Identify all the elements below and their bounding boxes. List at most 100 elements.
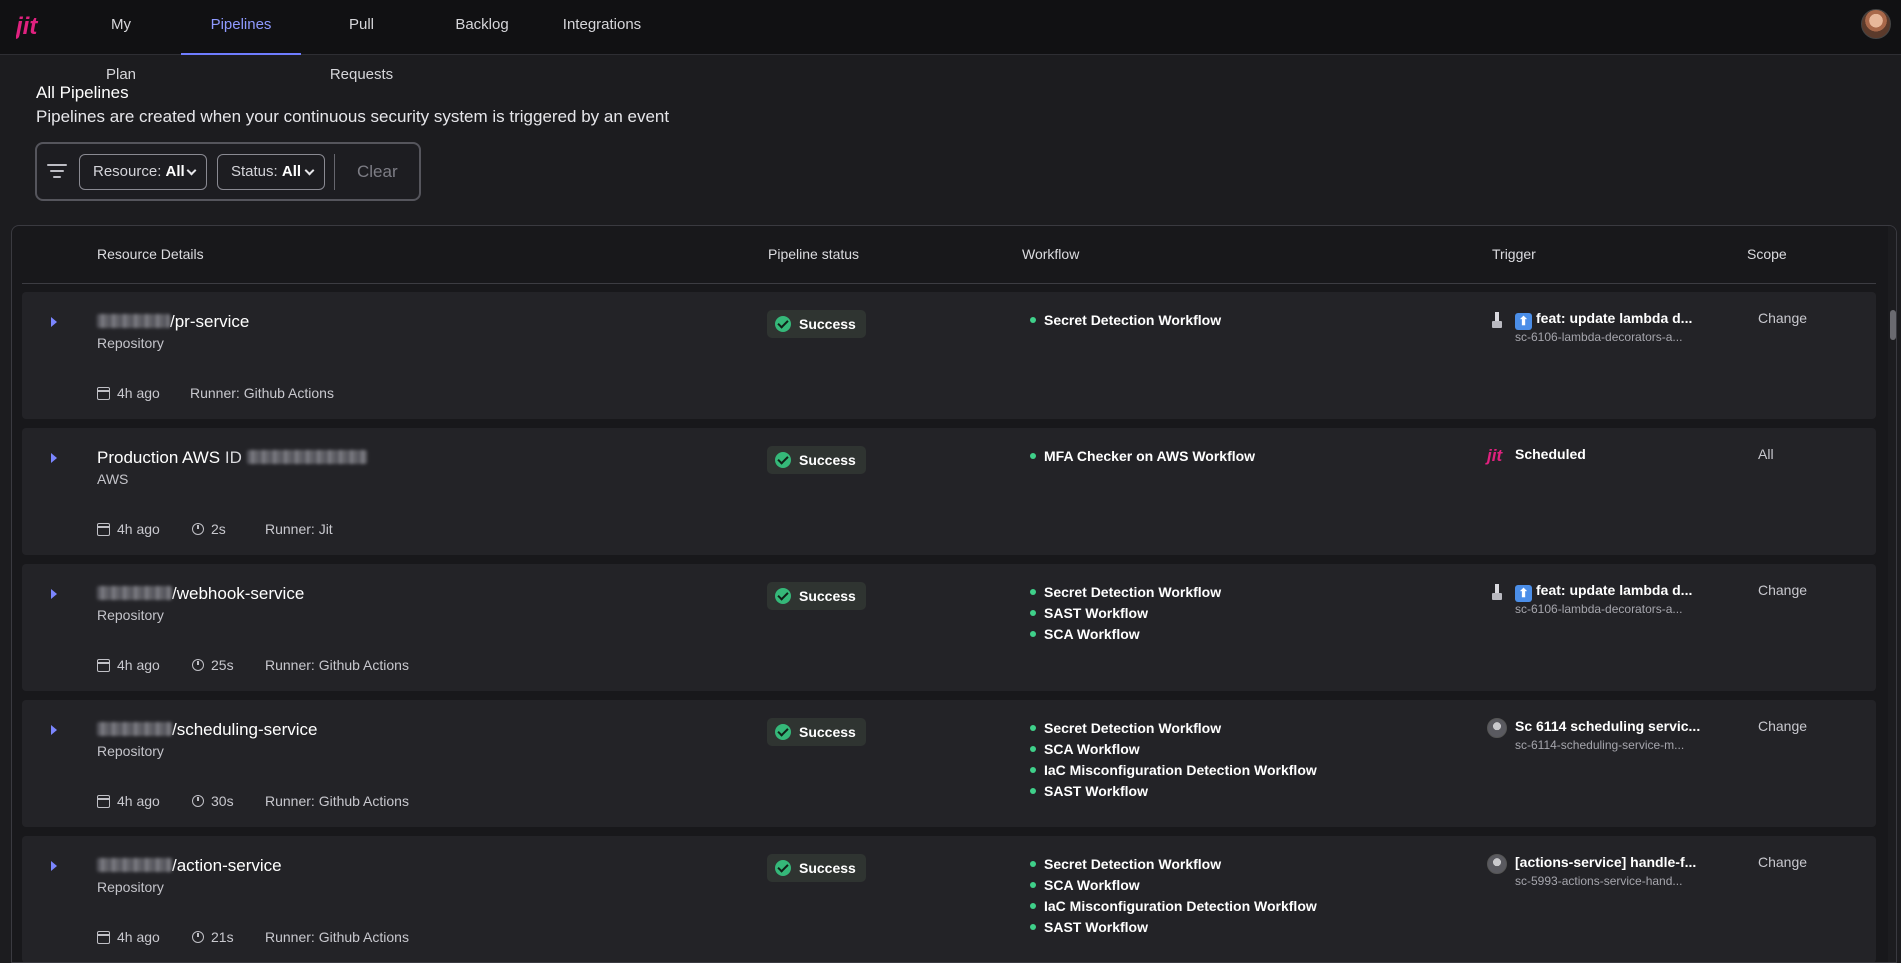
trigger-title[interactable]: [actions-service] handle-f... (1515, 854, 1696, 870)
resource-name[interactable]: /webhook-service (97, 584, 304, 604)
resource-filter-label: Resource: (93, 163, 162, 180)
status-badge: Success (767, 446, 866, 474)
trigger-title[interactable]: Sc 6114 scheduling servic... (1515, 718, 1700, 734)
redacted-org (97, 858, 172, 872)
resource-name[interactable]: Production AWS ID (97, 448, 367, 468)
trigger-branch: sc-6114-scheduling-service-m... (1515, 738, 1685, 752)
timer-icon (192, 931, 204, 943)
workflow-item: Secret Detection Workflow (1029, 312, 1222, 328)
resource-filter-dropdown[interactable]: Resource: All (79, 154, 207, 190)
status-filter-value: All (281, 163, 302, 180)
workflow-item: SCA Workflow (1030, 626, 1140, 642)
workflow-item: SAST Workflow (1030, 783, 1148, 799)
scope-value: Change (1758, 582, 1808, 598)
table-row[interactable]: /scheduling-service Repository 4h ago 30… (22, 700, 1876, 827)
expand-row-icon[interactable] (51, 725, 57, 735)
trigger-branch: sc-6106-lambda-decorators-a... (1515, 602, 1683, 616)
table-row[interactable]: /action-service Repository 4h ago 21s Ru… (22, 836, 1876, 962)
pipeline-runner: Runner: Github Actions (190, 385, 334, 401)
user-avatar-icon (1487, 854, 1507, 874)
user-avatar-icon (1487, 718, 1507, 738)
nav-pull-requests[interactable]: Pull Requests (316, 0, 407, 83)
top-nav: jit My Plan Pipelines Pull Requests Back… (0, 0, 1901, 83)
pipeline-age: 4h ago (117, 521, 160, 537)
workflow-item: MFA Checker on AWS Workflow (1029, 448, 1256, 464)
pipeline-duration: 25s (211, 657, 234, 673)
chevron-down-icon (186, 165, 197, 176)
workflow-item: Secret Detection Workflow (1029, 584, 1222, 600)
status-badge: Success (767, 854, 866, 882)
check-circle-icon (775, 860, 791, 876)
pipeline-runner: Runner: Github Actions (265, 793, 409, 809)
resource-name[interactable]: /scheduling-service (97, 720, 318, 740)
nav-backlog[interactable]: Backlog (455, 0, 509, 55)
trigger-title[interactable]: ⬆ feat: update lambda d... (1515, 582, 1692, 602)
scope-value: Change (1758, 854, 1808, 870)
trigger-title[interactable]: ⬆ feat: update lambda d... (1515, 310, 1692, 330)
divider (334, 154, 335, 190)
filter-icon[interactable] (47, 162, 69, 182)
check-circle-icon (775, 588, 791, 604)
column-trigger[interactable]: Trigger (1492, 246, 1536, 262)
pipeline-age: 4h ago (117, 657, 160, 673)
redacted-org (97, 314, 170, 328)
status-filter-label: Status: (231, 163, 278, 180)
timer-icon (192, 659, 204, 671)
table-row[interactable]: /webhook-service Repository 4h ago 25s R… (22, 564, 1876, 691)
resource-type: Repository (97, 743, 164, 759)
nav-my-plan[interactable]: My Plan (94, 0, 148, 83)
table-scrollbar[interactable] (1888, 226, 1896, 962)
workflow-item: SCA Workflow (1030, 741, 1140, 757)
workflow-item: IaC Misconfiguration Detection Workflow (1030, 762, 1317, 778)
pipeline-runner: Runner: Jit (265, 521, 333, 537)
column-pipeline-status[interactable]: Pipeline status (768, 246, 859, 262)
resource-filter-value: All (165, 163, 185, 180)
jit-logo-icon[interactable]: jit (16, 12, 40, 40)
timer-icon (192, 523, 204, 535)
column-workflow[interactable]: Workflow (1022, 246, 1079, 262)
expand-row-icon[interactable] (51, 453, 57, 463)
pipeline-age: 4h ago (117, 793, 160, 809)
scrollbar-thumb[interactable] (1890, 310, 1896, 340)
resource-name[interactable]: /pr-service (97, 312, 249, 332)
pipeline-duration: 2s (211, 521, 226, 537)
chevron-down-icon (304, 165, 315, 176)
arrow-up-icon: ⬆ (1515, 585, 1532, 602)
pipeline-runner: Runner: Github Actions (265, 929, 409, 945)
check-circle-icon (775, 452, 791, 468)
redacted-org (97, 722, 172, 736)
column-resource-details[interactable]: Resource Details (97, 246, 204, 262)
user-avatar[interactable] (1861, 9, 1891, 39)
column-scope[interactable]: Scope (1747, 246, 1787, 262)
pipeline-age: 4h ago (117, 929, 160, 945)
nav-integrations[interactable]: Integrations (562, 0, 642, 55)
resource-name[interactable]: /action-service (97, 856, 282, 876)
check-circle-icon (775, 316, 791, 332)
svg-text:jit: jit (16, 13, 38, 40)
nav-pipelines[interactable]: Pipelines (181, 0, 301, 55)
table-row[interactable]: Production AWS ID AWS 4h ago 2s Runner: … (22, 428, 1876, 555)
clear-filters-button[interactable]: Clear (357, 154, 398, 190)
table-row[interactable]: /pr-service Repository 4h ago Runner: Gi… (22, 292, 1876, 419)
pipeline-age: 4h ago (117, 385, 160, 401)
arrow-up-icon: ⬆ (1515, 313, 1532, 330)
scope-value: All (1758, 446, 1774, 462)
pipeline-runner: Runner: Github Actions (265, 657, 409, 673)
expand-row-icon[interactable] (51, 861, 57, 871)
workflow-item: SAST Workflow (1030, 919, 1148, 935)
expand-row-icon[interactable] (51, 317, 57, 327)
scope-value: Change (1758, 310, 1808, 326)
jit-logo-icon: jit (1487, 446, 1503, 465)
workflow-item: Secret Detection Workflow (1029, 720, 1222, 736)
workflow-item: IaC Misconfiguration Detection Workflow (1030, 898, 1317, 914)
workflow-item: SCA Workflow (1030, 877, 1140, 893)
expand-row-icon[interactable] (51, 589, 57, 599)
trigger-title[interactable]: Scheduled (1515, 446, 1586, 462)
workflow-item: Secret Detection Workflow (1029, 856, 1222, 872)
calendar-icon (97, 387, 110, 400)
pipeline-duration: 30s (211, 793, 234, 809)
redacted-account-id (246, 450, 367, 464)
calendar-icon (97, 931, 110, 944)
status-filter-dropdown[interactable]: Status: All (217, 154, 325, 190)
calendar-icon (97, 795, 110, 808)
